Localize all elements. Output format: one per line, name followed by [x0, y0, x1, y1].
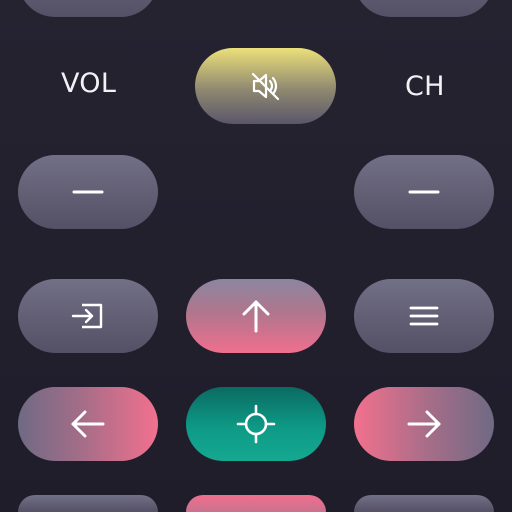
arrow-left-icon [68, 404, 108, 444]
top-right-partial-button[interactable] [354, 0, 494, 17]
top-left-partial-button[interactable] [18, 0, 158, 17]
input-source-button[interactable] [18, 279, 158, 353]
crosshair-icon [236, 404, 276, 444]
navigate-up-button[interactable] [186, 279, 326, 353]
menu-lines-icon [404, 296, 444, 336]
navigate-right-button[interactable] [354, 387, 494, 461]
arrow-right-icon [404, 404, 444, 444]
minus-icon [404, 172, 444, 212]
navigate-left-button[interactable] [18, 387, 158, 461]
menu-button[interactable] [354, 279, 494, 353]
minus-icon [68, 172, 108, 212]
volume-down-button[interactable] [18, 155, 158, 229]
bottom-right-partial-button[interactable] [354, 495, 494, 512]
input-source-icon [68, 296, 108, 336]
navigate-down-partial-button[interactable] [186, 495, 326, 512]
speaker-muted-icon [246, 66, 286, 106]
arrow-up-icon [236, 296, 276, 336]
ok-button[interactable] [186, 387, 326, 461]
mute-button[interactable] [195, 48, 336, 124]
volume-label: VOL [61, 68, 117, 99]
channel-label: CH [405, 71, 445, 102]
channel-down-button[interactable] [354, 155, 494, 229]
bottom-left-partial-button[interactable] [18, 495, 158, 512]
